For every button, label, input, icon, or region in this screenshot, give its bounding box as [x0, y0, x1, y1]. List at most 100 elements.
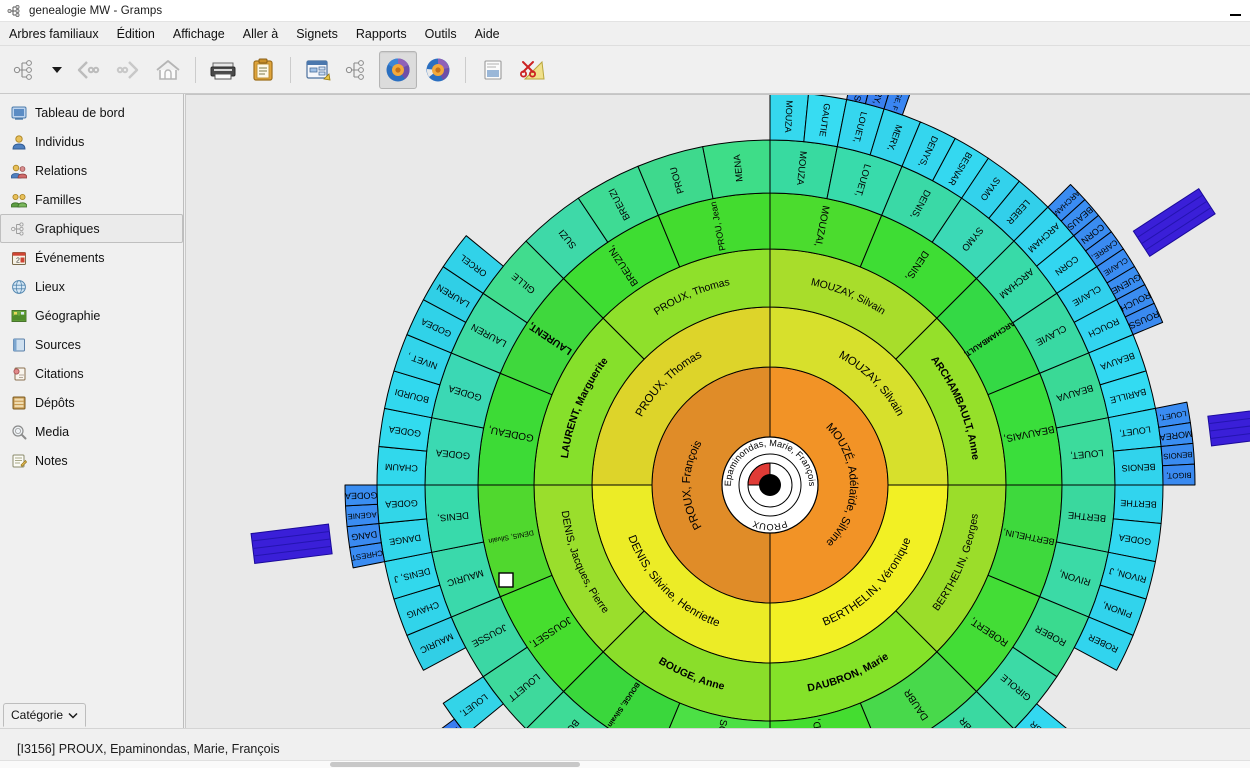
back-button[interactable] — [69, 51, 107, 89]
sidebar-item-label: Graphiques — [35, 221, 100, 236]
fan-segment[interactable]: MOUZA — [769, 139, 838, 200]
fan-segment[interactable]: DENIS, — [424, 484, 485, 553]
fan-segment[interactable]: MOUZA — [769, 95, 809, 143]
menu-help[interactable]: Aide — [466, 23, 509, 45]
media-icon — [10, 423, 27, 440]
fan-segment-label: BERTHE — [1120, 498, 1157, 510]
calendar-icon: 2 — [10, 249, 27, 266]
sidebar-item-notes[interactable]: Notes — [0, 446, 183, 475]
scrollbar-thumb[interactable] — [330, 762, 580, 767]
chevron-down-icon[interactable] — [46, 51, 68, 89]
forward-button[interactable] — [109, 51, 147, 89]
title-bar: genealogie MW - Gramps — [0, 0, 1250, 22]
fan-segment-label: CHAUM — [385, 462, 418, 474]
menu-view[interactable]: Affichage — [164, 23, 234, 45]
fan-chart-canvas[interactable]: PROUX, François MOUZÉ, Adélaïde, Silvine D… — [185, 94, 1250, 728]
sidebar-item-label: Géographie — [35, 308, 101, 323]
fan-segment[interactable]: MOREA — [1158, 422, 1194, 447]
fan-segment-label: MOUZA — [783, 100, 795, 133]
fan-segment-label: BENOIS — [1121, 462, 1155, 474]
fan-segment[interactable]: GODEA — [424, 417, 485, 486]
sidebar-item-charts[interactable]: Graphiques — [0, 214, 183, 243]
fan-segment[interactable]: MENA — [702, 139, 771, 200]
menu-reports[interactable]: Rapports — [347, 23, 416, 45]
fan-segment[interactable]: BIGOT, — [1162, 463, 1196, 486]
minimize-button[interactable] — [1220, 0, 1250, 22]
toolbar — [0, 46, 1250, 94]
archive-icon — [10, 394, 27, 411]
fan-segment[interactable]: AGENIE — [345, 503, 380, 528]
fan-chart-button[interactable] — [379, 50, 417, 89]
fan-segment[interactable]: BENOIS — [1160, 442, 1195, 467]
fan-segment-label: BIGOT, — [1166, 471, 1192, 481]
more-generations-right-lower-expander[interactable] — [1207, 406, 1250, 447]
sidebar-item-geography[interactable]: Géographie — [0, 301, 183, 330]
sidebar-item-label: Familles — [35, 192, 82, 207]
sidebar-item-label: Citations — [35, 366, 84, 381]
more-generations-right-upper-expander[interactable] — [1132, 187, 1216, 257]
sidebar-item-label: Dépôts — [35, 395, 75, 410]
sidebar-item-media[interactable]: Media — [0, 417, 183, 446]
sidebar-item-people[interactable]: Individus — [0, 127, 183, 156]
fan-segment[interactable]: DANG — [346, 523, 382, 548]
horizontal-scrollbar[interactable] — [0, 760, 1250, 768]
person-icon — [10, 133, 27, 150]
collapse-toggle[interactable] — [498, 572, 514, 588]
fan-segment[interactable]: BENOIS — [1112, 445, 1164, 486]
category-selector[interactable]: Catégorie — [3, 703, 87, 727]
print-button[interactable] — [204, 51, 242, 89]
add-person-tree-button[interactable] — [7, 51, 45, 89]
chevron-down-icon — [68, 708, 78, 722]
sidebar-item-citations[interactable]: Citations — [0, 359, 183, 388]
sidebar-item-places[interactable]: Lieux — [0, 272, 183, 301]
dashboard-icon — [10, 104, 27, 121]
sidebar-item-repositories[interactable]: Dépôts — [0, 388, 183, 417]
navigation-sidebar: Tableau de bord Individus Relations Fami… — [0, 94, 184, 702]
toolbar-separator-2 — [290, 56, 291, 83]
menu-goto[interactable]: Aller à — [234, 23, 287, 45]
charts-icon — [10, 220, 27, 237]
gramps-tree-icon — [7, 3, 23, 19]
fan-segment-label: GODEA — [345, 490, 378, 501]
notes-icon — [10, 452, 27, 469]
sidebar-item-events[interactable]: 2 Événements — [0, 243, 183, 272]
citation-icon — [10, 365, 27, 382]
window-controls — [1220, 0, 1250, 22]
fan-segment[interactable]: CHAUM — [376, 445, 428, 486]
window-title: genealogie MW - Gramps — [29, 4, 163, 17]
sidebar-item-sources[interactable]: Sources — [0, 330, 183, 359]
fan-segment[interactable]: BERTHE — [1112, 484, 1164, 525]
relationships-icon — [10, 162, 27, 179]
clipboard-button[interactable] — [244, 51, 282, 89]
fan-segment[interactable]: GODEA — [376, 484, 428, 525]
report-button[interactable] — [474, 51, 512, 89]
pedigree-view-button[interactable] — [299, 51, 337, 89]
fan-segment[interactable]: GODEA — [344, 484, 378, 507]
tools-scissors-button[interactable] — [514, 51, 552, 89]
menu-bookmarks[interactable]: Signets — [287, 23, 347, 45]
menu-family-trees[interactable]: Arbres familiaux — [0, 23, 108, 45]
home-button[interactable] — [149, 51, 187, 89]
fan-chart-descendant-button[interactable] — [419, 51, 457, 89]
fan-segment[interactable]: BERTHE — [1055, 484, 1116, 553]
menu-edit[interactable]: Édition — [108, 23, 164, 45]
sidebar-item-label: Media — [35, 424, 70, 439]
sidebar-item-relationships[interactable]: Relations — [0, 156, 183, 185]
center-person-hub[interactable]: Epaminondas, Marie, FrançoisPROUX — [721, 436, 819, 534]
toolbar-separator-3 — [465, 56, 466, 83]
sidebar-item-label: Notes — [35, 453, 68, 468]
families-icon — [10, 191, 27, 208]
menu-tools[interactable]: Outils — [416, 23, 466, 45]
fan-segment[interactable]: LOUET, — [1055, 417, 1116, 486]
sidebar-item-label: Individus — [35, 134, 85, 149]
relationship-graph-button[interactable] — [339, 51, 377, 89]
fan-chart-svg[interactable]: PROUX, FrançoisMOUZÉ, Adélaïde, SilvineD… — [186, 95, 1250, 728]
sidebar-item-dashboard[interactable]: Tableau de bord — [0, 98, 183, 127]
status-person-label: [I3156] PROUX, Epaminondas, Marie, Franç… — [17, 741, 280, 756]
category-bar: Catégorie — [0, 702, 184, 728]
menu-bar: Arbres familiaux Édition Affichage Aller… — [0, 22, 1250, 46]
sidebar-item-families[interactable]: Familles — [0, 185, 183, 214]
more-generations-left-expander[interactable] — [250, 523, 333, 564]
category-label: Catégorie — [11, 708, 64, 722]
sidebar-item-label: Sources — [35, 337, 81, 352]
